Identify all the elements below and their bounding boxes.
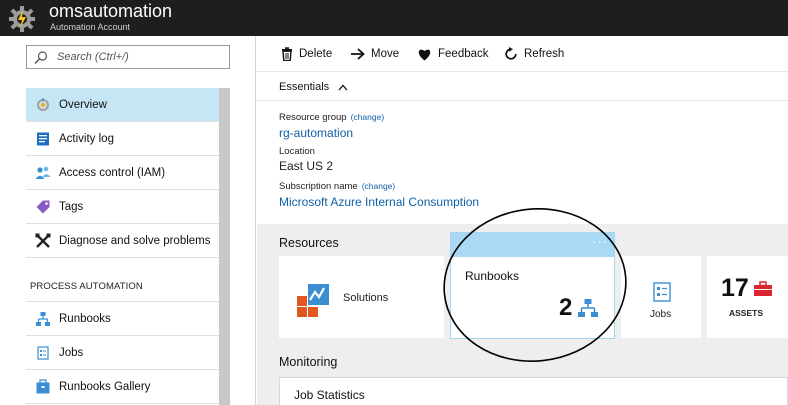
command-bar: Delete Move Feedback Refresh xyxy=(257,36,788,72)
runbooks-tile-label: Runbooks xyxy=(465,269,520,283)
access-control-icon xyxy=(35,166,51,179)
sidebar-item-tags[interactable]: Tags xyxy=(26,190,219,224)
delete-label: Delete xyxy=(299,48,333,60)
sidebar-item-label: Access control (IAM) xyxy=(59,166,166,179)
overview-icon xyxy=(37,98,49,111)
solutions-label: Solutions xyxy=(343,292,389,304)
resource-group-change-link[interactable]: (change) xyxy=(351,112,385,122)
delete-button[interactable]: Delete xyxy=(281,46,332,62)
chevron-up-icon xyxy=(338,84,348,90)
wrench-icon xyxy=(35,233,51,248)
heart-icon xyxy=(418,49,431,60)
subscription-value[interactable]: Microsoft Azure Internal Consumption xyxy=(279,195,479,209)
activity-log-icon xyxy=(37,132,49,145)
resources-title: Resources xyxy=(279,236,339,250)
move-label: Move xyxy=(371,48,400,60)
jobs-icon xyxy=(653,282,671,302)
refresh-button[interactable]: Refresh xyxy=(504,46,564,62)
assets-tile[interactable]: 17 ASSETS xyxy=(707,256,788,338)
assets-count: 17 xyxy=(721,274,749,302)
sidebar-item-runbooks-gallery[interactable]: Runbooks Gallery xyxy=(26,370,219,404)
sidebar: Overview Activity log Access control (IA… xyxy=(0,36,256,405)
jobs-icon xyxy=(37,345,49,360)
gallery-icon xyxy=(36,378,50,393)
sidebar-item-runbooks[interactable]: Runbooks xyxy=(26,302,219,336)
runbooks-icon xyxy=(36,311,50,326)
main-panel: Delete Move Feedback Refresh Essentials xyxy=(257,36,788,405)
sidebar-item-diagnose[interactable]: Diagnose and solve problems xyxy=(26,224,219,258)
jobs-label: Jobs xyxy=(650,309,672,320)
assets-label: ASSETS xyxy=(729,308,764,318)
sidebar-item-label: Diagnose and solve problems xyxy=(59,234,211,247)
essentials-label: Essentials xyxy=(279,81,330,93)
monitoring-title: Monitoring xyxy=(279,355,338,369)
runbooks-tile-header: ··· xyxy=(451,233,614,257)
feedback-label: Feedback xyxy=(438,48,489,60)
scrollbar-thumb[interactable] xyxy=(219,88,230,405)
briefcase-icon xyxy=(754,281,772,296)
refresh-label: Refresh xyxy=(524,48,565,60)
sidebar-item-label: Tags xyxy=(59,200,84,213)
sidebar-item-jobs[interactable]: Jobs xyxy=(26,336,219,370)
solutions-tile[interactable]: Solutions xyxy=(279,256,444,338)
subscription-label-text: Subscription name xyxy=(279,181,358,192)
refresh-icon xyxy=(505,47,517,60)
tag-icon xyxy=(36,200,50,213)
sidebar-item-access-control[interactable]: Access control (IAM) xyxy=(26,156,219,190)
automation-gear-icon xyxy=(9,6,35,32)
solutions-icon xyxy=(297,284,329,317)
move-button[interactable]: Move xyxy=(350,46,399,62)
account-title: omsautomation xyxy=(49,1,173,21)
jobs-tile[interactable]: Jobs xyxy=(621,256,701,338)
sidebar-item-activity-log[interactable]: Activity log xyxy=(26,122,219,156)
sidebar-item-label: Jobs xyxy=(59,346,84,359)
arrow-right-icon xyxy=(351,48,365,60)
search-icon xyxy=(34,51,48,64)
app-header: omsautomation Automation Account xyxy=(0,0,788,36)
sidebar-scrollbar[interactable] xyxy=(219,88,230,405)
location-label: Location xyxy=(279,146,315,157)
process-automation-header: PROCESS AUTOMATION xyxy=(30,281,143,292)
sidebar-item-label: Overview xyxy=(59,98,107,111)
account-subtitle: Automation Account xyxy=(50,22,131,32)
trash-icon xyxy=(282,47,292,61)
resource-group-value[interactable]: rg-automation xyxy=(279,126,353,140)
sidebar-item-label: Runbooks Gallery xyxy=(59,380,151,393)
search-box[interactable] xyxy=(26,45,230,69)
runbooks-icon xyxy=(578,299,598,317)
essentials-divider xyxy=(257,100,788,101)
resource-group-label: Resource group (change) xyxy=(279,112,384,123)
resource-group-label-text: Resource group xyxy=(279,112,347,123)
subscription-change-link[interactable]: (change) xyxy=(362,181,396,191)
location-value: East US 2 xyxy=(279,159,334,173)
subscription-label: Subscription name (change) xyxy=(279,181,395,192)
runbooks-tile[interactable]: ··· Runbooks 2 xyxy=(450,232,615,339)
runbooks-count: 2 xyxy=(559,294,573,321)
sidebar-item-label: Activity log xyxy=(59,132,114,145)
search-input[interactable] xyxy=(57,49,225,65)
sidebar-item-overview[interactable]: Overview xyxy=(26,88,219,122)
job-statistics-label: Job Statistics xyxy=(294,388,365,402)
feedback-button[interactable]: Feedback xyxy=(417,46,489,62)
more-options-icon[interactable]: ··· xyxy=(592,234,608,249)
essentials-toggle[interactable]: Essentials xyxy=(279,81,348,93)
job-statistics-tile[interactable]: Job Statistics xyxy=(279,377,788,405)
sidebar-item-label: Runbooks xyxy=(59,312,111,325)
